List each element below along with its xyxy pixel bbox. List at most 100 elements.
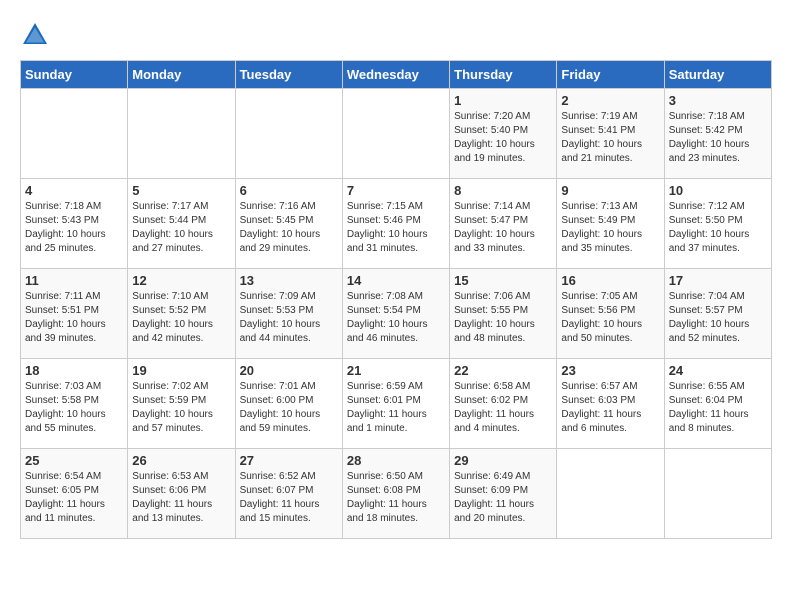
- day-number: 21: [347, 363, 445, 378]
- day-number: 5: [132, 183, 230, 198]
- header-saturday: Saturday: [664, 61, 771, 89]
- calendar-week-5: 25 Sunrise: 6:54 AMSunset: 6:05 PMDayligh…: [21, 449, 772, 539]
- header-monday: Monday: [128, 61, 235, 89]
- logo: [20, 20, 54, 50]
- calendar-cell: 23 Sunrise: 6:57 AMSunset: 6:03 PMDayligh…: [557, 359, 664, 449]
- calendar-cell: 15Sunrise: 7:06 AMSunset: 5:55 PMDayligh…: [450, 269, 557, 359]
- day-details: Sunrise: 6:54 AMSunset: 6:05 PMDaylight:…: [25, 470, 123, 526]
- header-wednesday: Wednesday: [342, 61, 449, 89]
- day-details: Sunrise: 7:04 AMSunset: 5:57 PMDaylight:…: [669, 290, 767, 346]
- calendar-table: SundayMondayTuesdayWednesdayThursdayFrid…: [20, 60, 772, 539]
- day-details: Sunrise: 7:03 AMSunset: 5:58 PMDaylight:…: [25, 380, 123, 436]
- day-details: Sunrise: 6:52 AMSunset: 6:07 PMDaylight:…: [240, 470, 338, 526]
- day-details: Sunrise: 7:17 AMSunset: 5:44 PMDaylight:…: [132, 200, 230, 256]
- day-number: 17: [669, 273, 767, 288]
- day-details: Sunrise: 6:53 AMSunset: 6:06 PMDaylight:…: [132, 470, 230, 526]
- calendar-cell: [128, 89, 235, 179]
- day-details: Sunrise: 7:15 AMSunset: 5:46 PMDaylight:…: [347, 200, 445, 256]
- day-number: 16: [561, 273, 659, 288]
- day-details: Sunrise: 7:14 AMSunset: 5:47 PMDaylight:…: [454, 200, 552, 256]
- calendar-week-3: 11 Sunrise: 7:11 AMSunset: 5:51 PMDayligh…: [21, 269, 772, 359]
- day-number: 19: [132, 363, 230, 378]
- day-number: 12: [132, 273, 230, 288]
- calendar-cell: 11 Sunrise: 7:11 AMSunset: 5:51 PMDayligh…: [21, 269, 128, 359]
- day-details: Sunrise: 7:09 AMSunset: 5:53 PMDaylight:…: [240, 290, 338, 346]
- day-number: 25: [25, 453, 123, 468]
- calendar-cell: 6 Sunrise: 7:16 AMSunset: 5:45 PMDaylight…: [235, 179, 342, 269]
- calendar-cell: 29Sunrise: 6:49 AMSunset: 6:09 PMDayligh…: [450, 449, 557, 539]
- calendar-cell: 14 Sunrise: 7:08 AMSunset: 5:54 PMDayligh…: [342, 269, 449, 359]
- calendar-cell: 7 Sunrise: 7:15 AMSunset: 5:46 PMDaylight…: [342, 179, 449, 269]
- day-number: 6: [240, 183, 338, 198]
- calendar-cell: 8Sunrise: 7:14 AMSunset: 5:47 PMDaylight…: [450, 179, 557, 269]
- day-details: Sunrise: 6:57 AMSunset: 6:03 PMDaylight:…: [561, 380, 659, 436]
- calendar-cell: 17 Sunrise: 7:04 AMSunset: 5:57 PMDayligh…: [664, 269, 771, 359]
- day-details: Sunrise: 6:55 AMSunset: 6:04 PMDaylight:…: [669, 380, 767, 436]
- day-number: 13: [240, 273, 338, 288]
- day-number: 23: [561, 363, 659, 378]
- day-details: Sunrise: 7:11 AMSunset: 5:51 PMDaylight:…: [25, 290, 123, 346]
- day-details: Sunrise: 7:10 AMSunset: 5:52 PMDaylight:…: [132, 290, 230, 346]
- calendar-cell: [557, 449, 664, 539]
- calendar-cell: 5 Sunrise: 7:17 AMSunset: 5:44 PMDaylight…: [128, 179, 235, 269]
- day-number: 14: [347, 273, 445, 288]
- day-number: 29: [454, 453, 552, 468]
- calendar-cell: 18 Sunrise: 7:03 AMSunset: 5:58 PMDayligh…: [21, 359, 128, 449]
- day-details: Sunrise: 7:18 AMSunset: 5:42 PMDaylight:…: [669, 110, 767, 166]
- day-number: 4: [25, 183, 123, 198]
- day-number: 20: [240, 363, 338, 378]
- day-details: Sunrise: 6:59 AMSunset: 6:01 PMDaylight:…: [347, 380, 445, 436]
- header-sunday: Sunday: [21, 61, 128, 89]
- day-number: 28: [347, 453, 445, 468]
- day-number: 2: [561, 93, 659, 108]
- calendar-cell: 25 Sunrise: 6:54 AMSunset: 6:05 PMDayligh…: [21, 449, 128, 539]
- day-number: 22: [454, 363, 552, 378]
- calendar-week-4: 18 Sunrise: 7:03 AMSunset: 5:58 PMDayligh…: [21, 359, 772, 449]
- calendar-cell: 22 Sunrise: 6:58 AMSunset: 6:02 PMDayligh…: [450, 359, 557, 449]
- day-number: 3: [669, 93, 767, 108]
- calendar-cell: 3 Sunrise: 7:18 AMSunset: 5:42 PMDaylight…: [664, 89, 771, 179]
- day-details: Sunrise: 7:12 AMSunset: 5:50 PMDaylight:…: [669, 200, 767, 256]
- calendar-cell: 10 Sunrise: 7:12 AMSunset: 5:50 PMDayligh…: [664, 179, 771, 269]
- day-number: 11: [25, 273, 123, 288]
- day-details: Sunrise: 7:06 AMSunset: 5:55 PMDaylight:…: [454, 290, 552, 346]
- header-tuesday: Tuesday: [235, 61, 342, 89]
- day-number: 24: [669, 363, 767, 378]
- logo-icon: [20, 20, 50, 50]
- day-number: 10: [669, 183, 767, 198]
- calendar-cell: 16 Sunrise: 7:05 AMSunset: 5:56 PMDayligh…: [557, 269, 664, 359]
- calendar-cell: [235, 89, 342, 179]
- page-header: [20, 20, 772, 50]
- day-number: 18: [25, 363, 123, 378]
- header-friday: Friday: [557, 61, 664, 89]
- day-details: Sunrise: 7:16 AMSunset: 5:45 PMDaylight:…: [240, 200, 338, 256]
- calendar-cell: 1Sunrise: 7:20 AMSunset: 5:40 PMDaylight…: [450, 89, 557, 179]
- calendar-cell: 21 Sunrise: 6:59 AMSunset: 6:01 PMDayligh…: [342, 359, 449, 449]
- calendar-week-1: 1Sunrise: 7:20 AMSunset: 5:40 PMDaylight…: [21, 89, 772, 179]
- calendar-cell: 26 Sunrise: 6:53 AMSunset: 6:06 PMDayligh…: [128, 449, 235, 539]
- day-details: Sunrise: 7:01 AMSunset: 6:00 PMDaylight:…: [240, 380, 338, 436]
- calendar-cell: 24 Sunrise: 6:55 AMSunset: 6:04 PMDayligh…: [664, 359, 771, 449]
- calendar-cell: 20 Sunrise: 7:01 AMSunset: 6:00 PMDayligh…: [235, 359, 342, 449]
- day-number: 9: [561, 183, 659, 198]
- day-details: Sunrise: 7:08 AMSunset: 5:54 PMDaylight:…: [347, 290, 445, 346]
- day-details: Sunrise: 7:02 AMSunset: 5:59 PMDaylight:…: [132, 380, 230, 436]
- day-number: 27: [240, 453, 338, 468]
- day-details: Sunrise: 7:13 AMSunset: 5:49 PMDaylight:…: [561, 200, 659, 256]
- day-details: Sunrise: 6:50 AMSunset: 6:08 PMDaylight:…: [347, 470, 445, 526]
- day-number: 26: [132, 453, 230, 468]
- calendar-cell: 28 Sunrise: 6:50 AMSunset: 6:08 PMDayligh…: [342, 449, 449, 539]
- day-details: Sunrise: 6:58 AMSunset: 6:02 PMDaylight:…: [454, 380, 552, 436]
- calendar-header-row: SundayMondayTuesdayWednesdayThursdayFrid…: [21, 61, 772, 89]
- calendar-week-2: 4 Sunrise: 7:18 AMSunset: 5:43 PMDaylight…: [21, 179, 772, 269]
- header-thursday: Thursday: [450, 61, 557, 89]
- day-details: Sunrise: 7:05 AMSunset: 5:56 PMDaylight:…: [561, 290, 659, 346]
- calendar-cell: [21, 89, 128, 179]
- day-details: Sunrise: 7:18 AMSunset: 5:43 PMDaylight:…: [25, 200, 123, 256]
- calendar-cell: [664, 449, 771, 539]
- calendar-cell: 27 Sunrise: 6:52 AMSunset: 6:07 PMDayligh…: [235, 449, 342, 539]
- day-number: 1: [454, 93, 552, 108]
- calendar-cell: 4 Sunrise: 7:18 AMSunset: 5:43 PMDaylight…: [21, 179, 128, 269]
- day-number: 7: [347, 183, 445, 198]
- day-details: Sunrise: 7:19 AMSunset: 5:41 PMDaylight:…: [561, 110, 659, 166]
